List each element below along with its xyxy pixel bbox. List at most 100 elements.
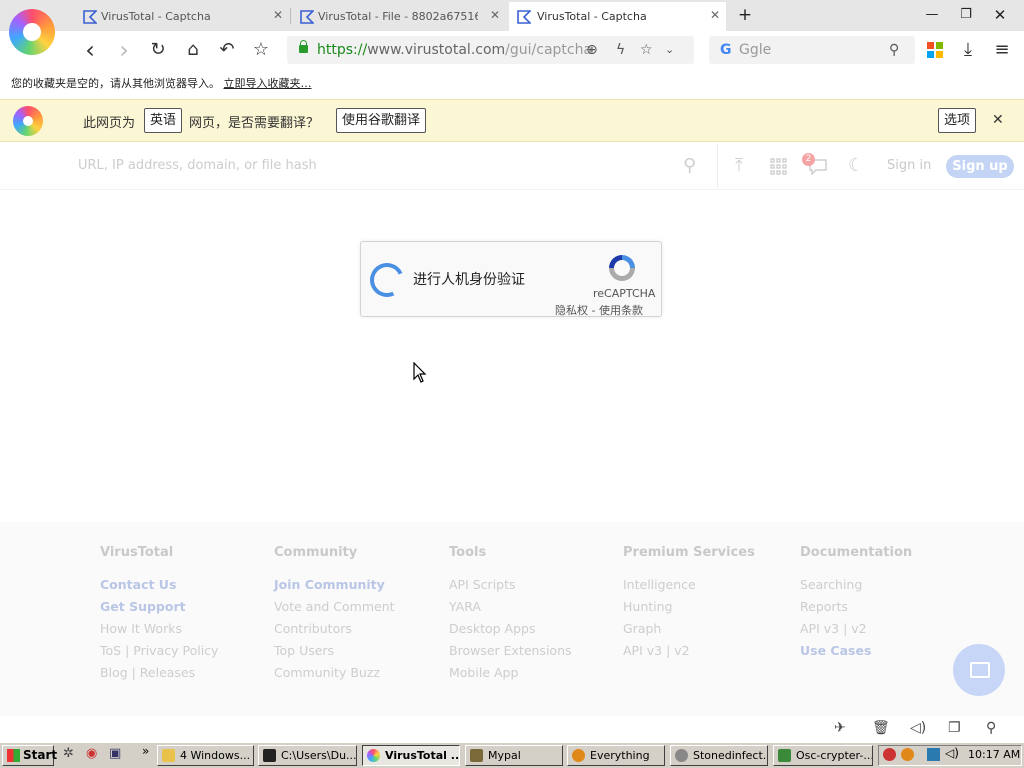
search-engine-bar[interactable]: G Ggle ⚲ <box>709 36 915 64</box>
star-icon[interactable]: ☆ <box>640 36 653 64</box>
search-icon[interactable]: ⚲ <box>683 155 696 176</box>
tab-virustotal-file[interactable]: VirusTotal - File - 8802a675163e ✕ <box>296 2 506 31</box>
footer-link[interactable]: API v3 | v2 <box>800 621 867 636</box>
footer-link[interactable]: Graph <box>623 621 661 636</box>
windows-flag-icon <box>7 749 20 762</box>
network-icon[interactable] <box>927 748 940 761</box>
footer-link[interactable]: Intelligence <box>623 577 696 592</box>
sign-up-button[interactable]: Sign up <box>946 155 1014 178</box>
search-icon[interactable]: ⚲ <box>889 36 899 64</box>
tab-title: VirusTotal - File - 8802a675163e <box>318 10 478 23</box>
new-tab-button[interactable]: + <box>733 4 757 26</box>
footer-link[interactable]: Reports <box>800 599 848 614</box>
privacy-link[interactable]: 隐私权 <box>555 304 588 317</box>
footer-link[interactable]: Use Cases <box>800 643 871 658</box>
chat-support-button[interactable] <box>953 644 1005 696</box>
search-icon[interactable] <box>901 748 914 761</box>
url-path: /gui/captcha <box>505 42 593 58</box>
footer-link[interactable]: Blog | Releases <box>100 665 195 680</box>
close-translate-icon[interactable]: ✕ <box>992 112 1004 128</box>
address-bar[interactable]: https://www.virustotal.com/gui/captcha ⊕… <box>287 36 694 64</box>
quick-launch-icon[interactable]: ◉ <box>86 746 97 761</box>
taskbar-item-osc-crypter[interactable]: Osc-crypter-... <box>773 745 873 766</box>
tab-close-icon[interactable]: ✕ <box>710 8 720 22</box>
vt-search-input[interactable]: URL, IP address, domain, or file hash <box>62 144 718 188</box>
loading-spinner-icon[interactable] <box>365 258 409 302</box>
tab-virustotal-captcha-1[interactable]: VirusTotal - Captcha ✕ <box>79 2 289 31</box>
add-icon[interactable]: ⊕ <box>586 36 598 64</box>
reload-button[interactable]: ↻ <box>146 38 170 62</box>
restore-button[interactable]: ❐ <box>954 4 978 26</box>
mypal-icon <box>470 749 483 762</box>
download-icon[interactable]: ⤓ <box>956 38 980 62</box>
taskbar-item-everything[interactable]: Everything <box>567 745 665 766</box>
shield-icon[interactable] <box>883 748 896 761</box>
quick-launch-icon[interactable]: ✲ <box>63 746 74 761</box>
taskbar-item-stonedinfect[interactable]: Stonedinfect... <box>670 745 768 766</box>
sign-in-link[interactable]: Sign in <box>887 158 931 173</box>
quick-launch-icon[interactable]: ▣ <box>109 746 121 761</box>
taskbar-item-windows[interactable]: 4 Windows... <box>157 745 254 766</box>
footer-link[interactable]: Browser Extensions <box>449 643 572 658</box>
terms-link[interactable]: 使用条款 <box>599 304 643 317</box>
apps-icon[interactable] <box>770 158 787 175</box>
footer-link[interactable]: Contact Us <box>100 577 176 592</box>
footer-link[interactable]: Hunting <box>623 599 672 614</box>
language-button[interactable]: 英语 <box>144 108 183 133</box>
footer-link[interactable]: Searching <box>800 577 862 592</box>
menu-icon[interactable]: ≡ <box>990 38 1014 62</box>
zoom-icon[interactable]: ⚲ <box>986 720 996 736</box>
rocket-icon[interactable]: ✈ <box>834 720 846 736</box>
undo-close-tab-button[interactable]: ↶ <box>215 38 239 62</box>
browser-icon <box>367 749 380 762</box>
recaptcha-label: 进行人机身份验证 <box>413 272 525 288</box>
tab-virustotal-captcha-active[interactable]: VirusTotal - Captcha ✕ <box>509 2 726 31</box>
search-input[interactable]: Ggle <box>739 42 771 58</box>
footer-link[interactable]: Contributors <box>274 621 352 636</box>
back-button[interactable]: ‹ <box>78 38 102 62</box>
bookmark-notice-text: 您的收藏夹是空的，请从其他浏览器导入。 <box>11 77 220 90</box>
minimize-button[interactable]: — <box>920 4 944 26</box>
tab-close-icon[interactable]: ✕ <box>273 8 283 22</box>
footer-link[interactable]: Join Community <box>274 577 385 592</box>
volume-icon[interactable]: ◁) <box>945 746 959 760</box>
footer-link[interactable]: How It Works <box>100 621 182 636</box>
tab-close-icon[interactable]: ✕ <box>490 8 500 22</box>
chevron-double-icon[interactable]: » <box>142 744 149 758</box>
dark-mode-icon[interactable]: ☾ <box>848 155 864 176</box>
chevron-down-icon[interactable]: ⌄ <box>665 36 674 64</box>
footer-link[interactable]: YARA <box>449 599 481 614</box>
footer-link[interactable]: Vote and Comment <box>274 599 395 614</box>
close-window-button[interactable]: ✕ <box>988 4 1012 26</box>
footer-link[interactable]: Get Support <box>100 599 186 614</box>
clock: 10:17 AM <box>968 748 1021 761</box>
import-bookmarks-link[interactable]: 立即导入收藏夹… <box>224 77 312 90</box>
upload-icon[interactable]: ⤒ <box>735 155 743 176</box>
footer-link[interactable]: API Scripts <box>449 577 516 592</box>
footer-link[interactable]: API v3 | v2 <box>623 643 690 658</box>
footer-heading: VirusTotal <box>100 545 174 560</box>
lightning-icon[interactable]: ϟ <box>616 36 625 64</box>
footer-link[interactable]: Mobile App <box>449 665 518 680</box>
translate-button[interactable]: 使用谷歌翻译 <box>336 108 427 133</box>
bookmark-star-button[interactable]: ☆ <box>249 38 273 62</box>
taskbar-item-7zip[interactable]: C:\Users\Du... <box>258 745 357 766</box>
footer-link[interactable]: Community Buzz <box>274 665 380 680</box>
browser-logo-icon[interactable] <box>9 9 55 55</box>
window-icon[interactable]: ❐ <box>948 720 961 736</box>
options-button[interactable]: 选项 <box>938 108 977 133</box>
start-button[interactable]: Start <box>2 745 57 766</box>
footer-link[interactable]: ToS | Privacy Policy <box>100 643 218 658</box>
taskbar-item-mypal[interactable]: Mypal <box>465 745 563 766</box>
footer-link[interactable]: Top Users <box>274 643 334 658</box>
virustotal-icon <box>300 10 314 24</box>
bookmark-notice-bar: 您的收藏夹是空的，请从其他浏览器导入。 立即导入收藏夹… <box>0 69 1024 99</box>
footer-link[interactable]: Desktop Apps <box>449 621 535 636</box>
home-button[interactable]: ⌂ <box>181 38 205 62</box>
speaker-icon[interactable]: ◁) <box>910 720 926 736</box>
browser-logo-icon <box>13 106 43 136</box>
forward-button[interactable]: › <box>112 38 136 62</box>
trash-icon[interactable]: 🗑 <box>872 720 890 736</box>
apps-grid-icon[interactable] <box>927 42 944 59</box>
taskbar-item-virustotal[interactable]: VirusTotal ... <box>362 745 460 766</box>
